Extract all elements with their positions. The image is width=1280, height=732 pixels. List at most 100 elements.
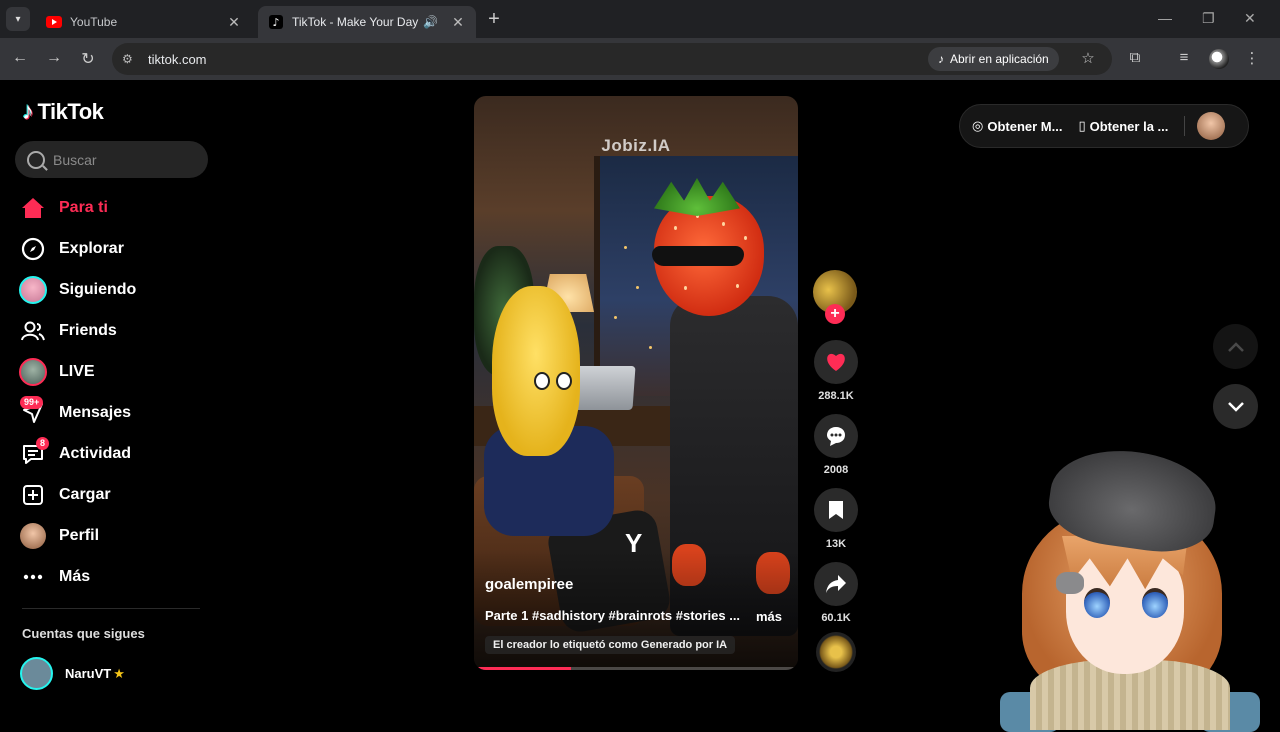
back-icon[interactable]: ← [10,49,30,67]
youtube-icon [46,14,62,30]
following-avatar [18,275,48,305]
browser-profile-avatar[interactable] [1209,49,1229,69]
creator-avatar[interactable]: + [813,270,857,324]
sidebar-item-label: Perfil [59,526,100,544]
sidebar-item-mas[interactable]: Más [18,556,136,597]
avatar [20,657,53,690]
extensions-icon[interactable]: ⧉ [1125,49,1145,66]
sidebar-nav: Para ti Explorar Siguiendo Friends LIVE … [18,187,136,597]
comment-icon[interactable] [814,414,858,458]
sidebar-item-cargar[interactable]: Cargar [18,474,136,515]
tab-close-icon[interactable]: ✕ [450,14,466,31]
tab-close-icon[interactable]: ✕ [226,14,242,31]
sidebar-item-actividad[interactable]: 8 Actividad [18,433,136,474]
sidebar-item-friends[interactable]: Friends [18,310,136,351]
heart-icon[interactable] [814,340,858,384]
restore-icon[interactable]: ❐ [1202,10,1215,27]
search-box[interactable] [15,141,208,178]
sidebar-item-live[interactable]: LIVE [18,351,136,392]
bookmark-icon[interactable] [814,488,858,532]
video-author[interactable]: goalempiree [485,576,573,593]
friends-icon [18,316,48,346]
sidebar-item-siguiendo[interactable]: Siguiendo [18,269,136,310]
phone-icon: ▯ [1078,118,1086,133]
sidebar-item-para-ti[interactable]: Para ti [18,187,136,228]
bookmark-star-icon[interactable]: ☆ [1078,49,1098,67]
sidebar-item-explorar[interactable]: Explorar [18,228,136,269]
activity-badge: 8 [36,436,50,450]
video-progress-fill [474,667,572,670]
tiktok-logo[interactable]: ♪ TikTok [22,98,104,126]
tiktok-icon: ♪ [268,14,284,30]
sidebar-divider [22,608,200,609]
next-video-button[interactable] [1213,384,1258,429]
video-laptop [570,366,636,410]
sidebar-item-label: Friends [59,321,117,339]
coin-icon: ◎ [972,118,984,133]
media-controls-icon[interactable]: ≡ [1174,49,1194,66]
previous-video-button[interactable] [1213,324,1258,369]
menu-dots-icon[interactable]: ⋮ [1242,49,1262,67]
top-right-actions: ◎ Obtener M... ▯ Obtener la ... [959,104,1249,148]
share-action[interactable]: 60.1K [813,562,859,624]
video-action-rail: + 288.1K 2008 13K 60.1K [813,270,859,636]
reload-icon[interactable]: ↻ [78,49,98,69]
follow-plus-icon[interactable]: + [825,304,845,324]
cat-hairclip-icon [1056,572,1084,594]
vtuber-overlay [1000,440,1260,732]
get-coins-button[interactable]: ◎ Obtener M... [972,118,1062,134]
sidebar-item-mensajes[interactable]: 99+ Mensajes [18,392,136,433]
comment-action[interactable]: 2008 [813,414,859,476]
compass-icon [18,234,48,264]
live-avatar [18,357,48,387]
video-player[interactable]: Jobiz.IA Y goalempiree Parte 1 #sadhisto… [474,96,798,670]
sidebar-item-label: Siguiendo [59,280,137,298]
get-app-button[interactable]: ▯ Obtener la ... [1078,118,1168,134]
messages-icon: 99+ [18,395,48,428]
comment-count: 2008 [823,464,849,476]
activity-icon: 8 [18,436,50,469]
tab-youtube[interactable]: YouTube ✕ [36,6,252,38]
caption-more-button[interactable]: más [756,609,782,624]
forward-icon[interactable]: → [44,49,64,67]
video-watermark: Jobiz.IA [601,136,671,155]
music-disc-icon[interactable] [816,632,856,672]
get-coins-label: Obtener M... [987,118,1063,134]
open-app-label: Abrir en aplicación [950,52,1049,66]
following-account-name: NaruVT [65,666,112,681]
logo-text: TikTok [37,99,104,124]
tab-tiktok[interactable]: ♪ TikTok - Make Your Day 🔊 ✕ [258,6,476,38]
svg-text:♪: ♪ [272,16,279,29]
following-account-row[interactable]: NaruVT ★ [20,657,125,690]
speaker-icon[interactable]: 🔊 [423,15,438,29]
new-tab-button[interactable]: + [484,9,504,29]
sidebar-item-label: Mensajes [59,403,132,421]
save-action[interactable]: 13K [813,488,859,550]
user-avatar[interactable] [1197,112,1226,140]
share-icon[interactable] [814,562,858,606]
save-count: 13K [825,538,847,550]
get-app-label: Obtener la ... [1089,118,1169,134]
sidebar-item-label: LIVE [59,362,95,380]
site-settings-icon[interactable]: ⚙ [122,52,138,66]
like-action[interactable]: 288.1K [813,340,859,402]
tab-search-button[interactable]: ▾ [6,7,30,31]
close-window-icon[interactable]: ✕ [1244,10,1256,27]
tab-title: YouTube [70,15,118,29]
tiktok-page: ♪ TikTok Para ti Explorar Siguiendo F [0,80,1280,732]
sidebar-item-label: Cargar [59,485,111,503]
sidebar-item-label: Actividad [59,444,132,462]
search-input[interactable] [53,151,193,168]
video-caption[interactable]: Parte 1 #sadhistory #brainrots #stories … [485,608,745,623]
minimize-icon[interactable]: — [1158,10,1172,26]
browser-tab-strip: ▾ YouTube ✕ ♪ TikTok - Make Your Day 🔊 ✕… [0,0,1280,38]
video-progress-bar[interactable] [474,667,798,670]
home-icon [18,193,48,223]
browser-toolbar: ← → ↻ ⚙ tiktok.com ♪ Abrir en aplicación… [0,38,1280,80]
sidebar-item-perfil[interactable]: Perfil [18,515,136,556]
share-count: 60.1K [821,612,851,624]
sidebar-item-label: Más [59,567,91,585]
open-in-app-button[interactable]: ♪ Abrir en aplicación [928,47,1059,71]
url-text: tiktok.com [148,51,207,67]
more-icon [18,562,48,592]
